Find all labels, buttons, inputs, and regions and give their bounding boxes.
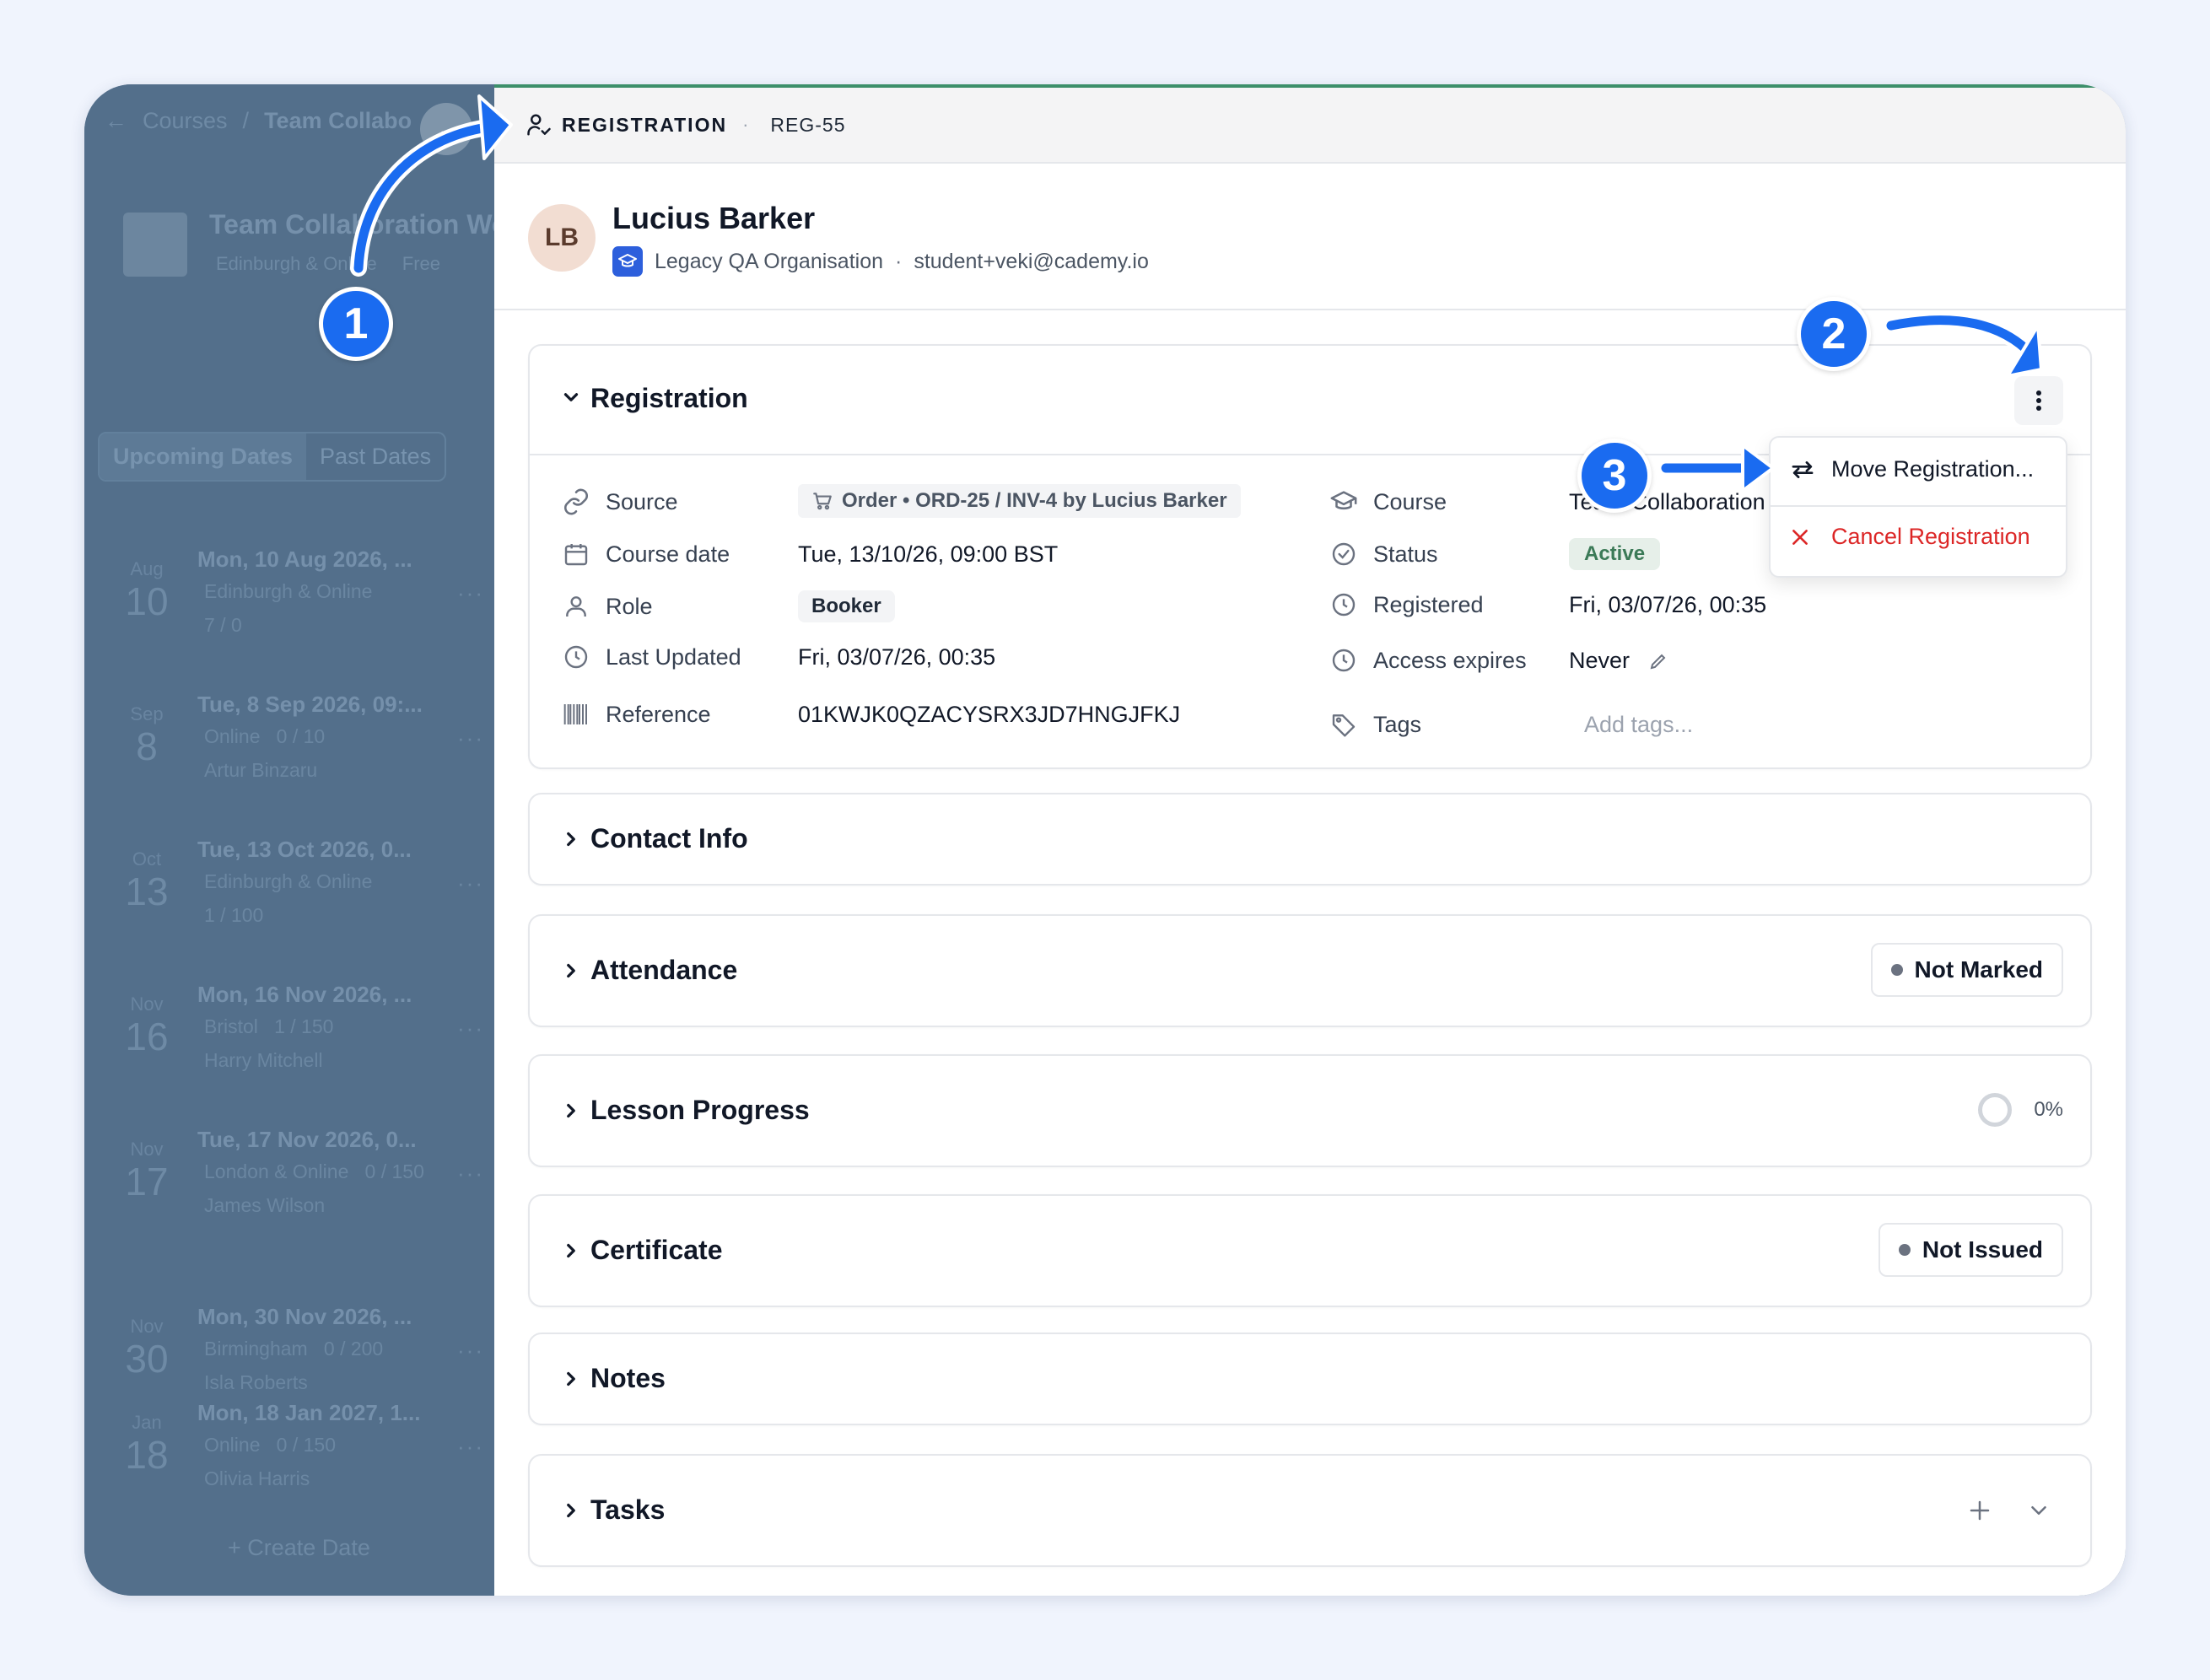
step-3-callout: 3 xyxy=(1577,439,1652,513)
step-1-callout: 1 xyxy=(319,287,393,361)
arrowhead-1 xyxy=(477,94,513,160)
arrow-to-more-button xyxy=(1886,315,2036,359)
step-2-callout: 2 xyxy=(1797,297,1871,371)
arrow-to-registration-header xyxy=(353,121,499,273)
annotation-arrows xyxy=(350,94,2043,493)
arrowhead-3 xyxy=(1741,444,1775,493)
